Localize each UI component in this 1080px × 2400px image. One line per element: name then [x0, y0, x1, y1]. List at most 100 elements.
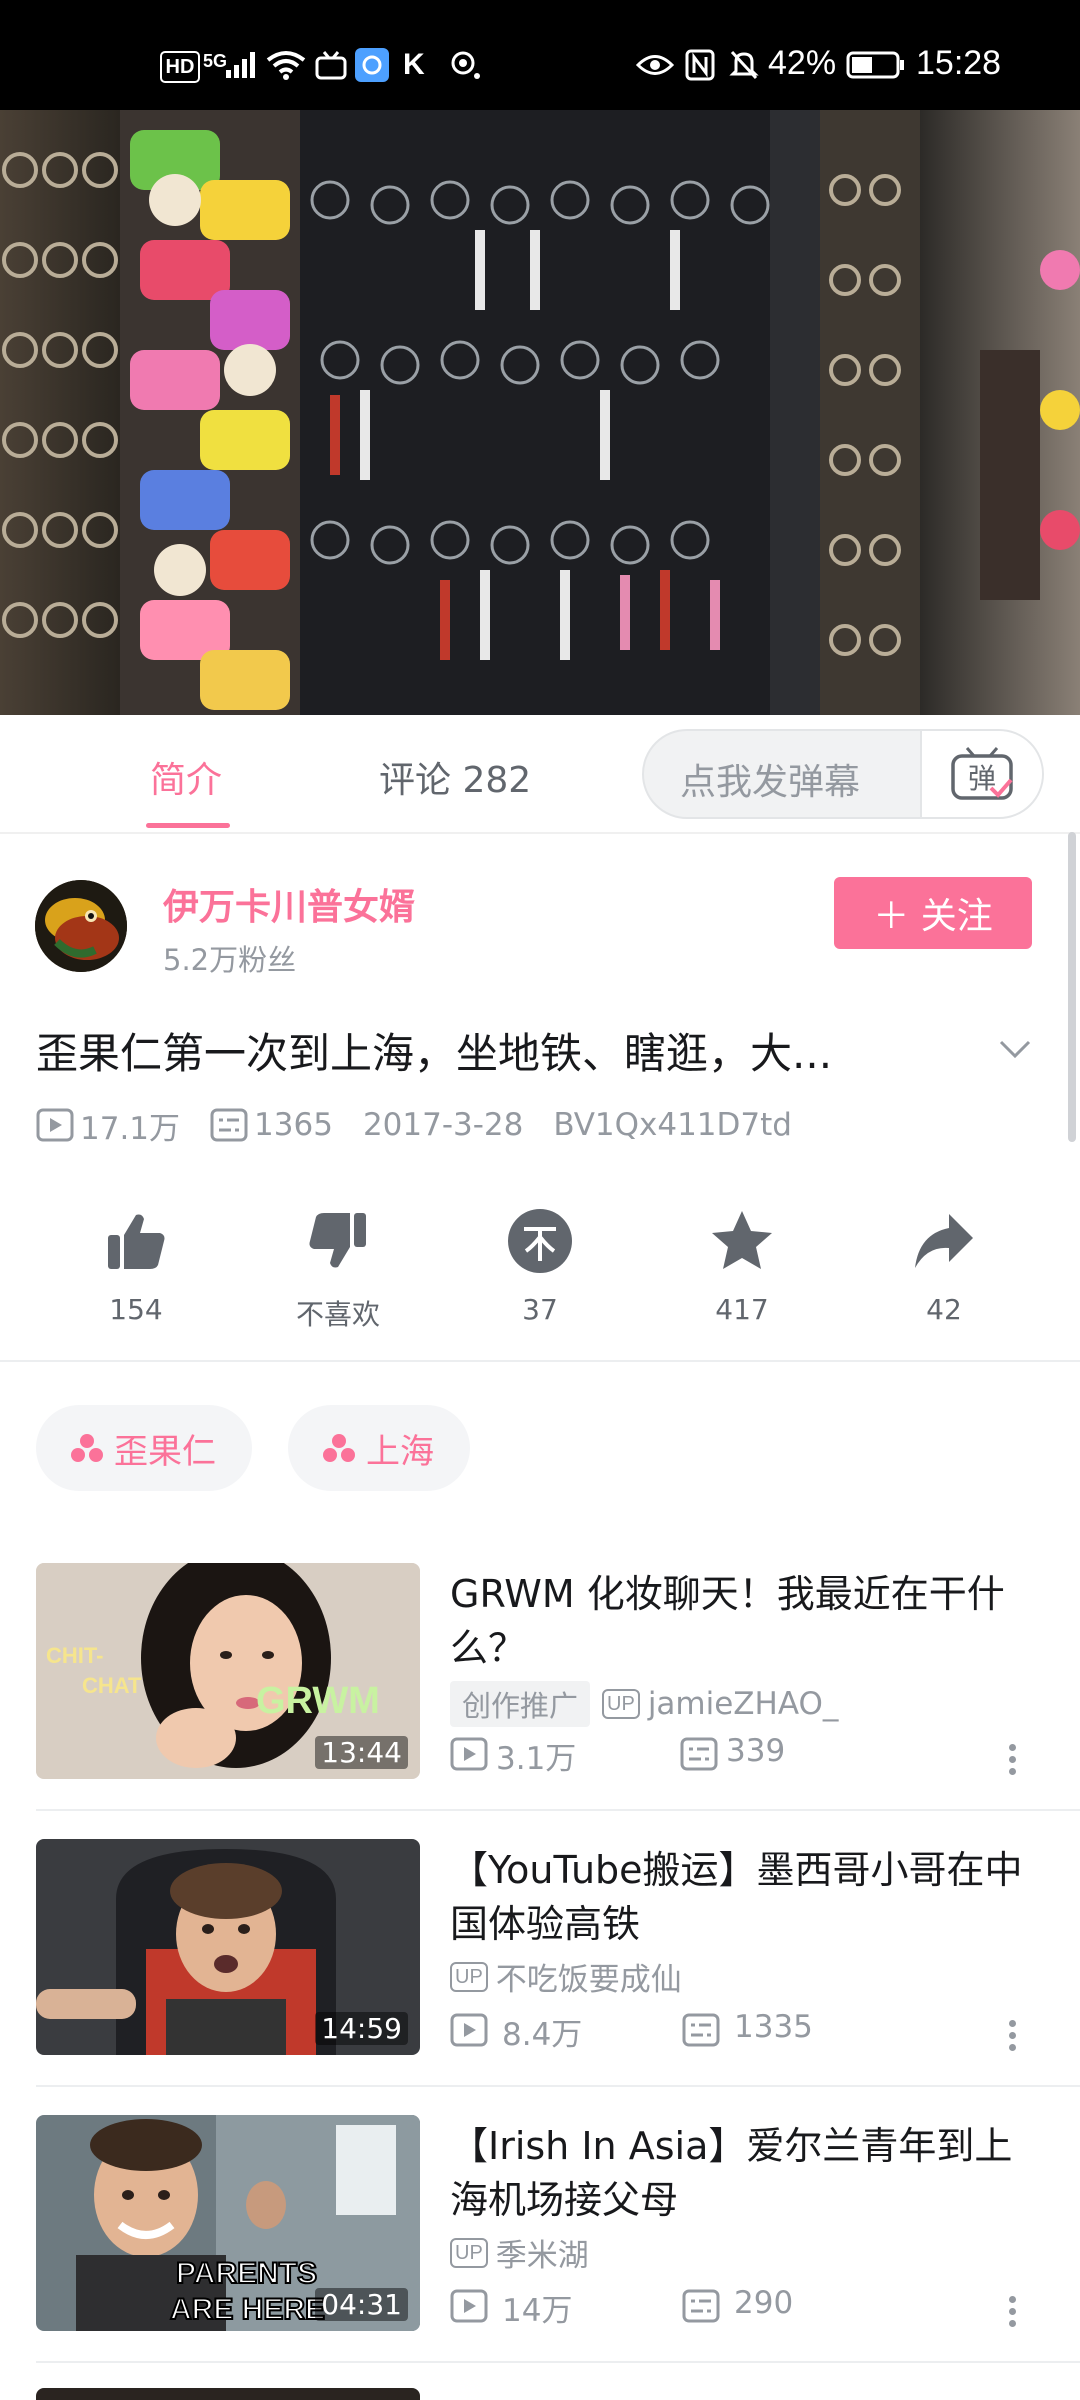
- danmaku-toggle-button[interactable]: 弹: [920, 731, 1042, 817]
- danmaku-count: 290: [734, 2285, 794, 2321]
- signal-icon: [222, 48, 262, 82]
- mute-icon: [727, 48, 761, 82]
- divider: [36, 2085, 1080, 2087]
- tag-icon: [71, 1434, 103, 1462]
- view-count: 3.1万: [496, 1741, 577, 1777]
- tag-chip[interactable]: 歪果仁: [36, 1405, 252, 1491]
- view-count: 17.1万: [80, 1110, 181, 1147]
- wifi-icon: [266, 48, 306, 82]
- tag-chip[interactable]: 上海: [288, 1405, 470, 1491]
- danmaku-placeholder: 点我发弹幕: [680, 762, 861, 803]
- status-bar: HD 5G K 42% 15:28: [0, 0, 1080, 110]
- like-count: 154: [109, 1293, 163, 1326]
- video-meta: 17.1万 1365 2017-3-28 BV1Qx411D7td: [36, 1107, 792, 1147]
- hd-icon: HD: [160, 51, 200, 83]
- coin-count: 37: [522, 1293, 558, 1326]
- video-duration: 04:31: [315, 2288, 408, 2321]
- thumbs-up-icon: [108, 1214, 165, 1269]
- recommended-video[interactable]: 14:59 【YouTube搬运】墨西哥小哥在中国体验高铁 UP 不吃饭要成仙 …: [0, 1839, 1080, 2115]
- dislike-button[interactable]: 不喜欢: [268, 1205, 408, 1333]
- eye-icon: [635, 48, 675, 82]
- location-icon: [447, 48, 483, 82]
- battery-percent: 42%: [768, 44, 837, 82]
- publish-date: 2017-3-28: [362, 1107, 524, 1143]
- uploader-name: 季米湖: [495, 2238, 589, 2274]
- video-thumbnail[interactable]: [36, 2388, 420, 2400]
- video-duration: 14:59: [315, 2012, 408, 2045]
- divider: [0, 1360, 1080, 1362]
- video-stats: 8.4万 1335: [450, 2009, 1040, 2053]
- thumb-text: CHAT: [82, 1673, 142, 1698]
- uploader-name: jamieZHAO_: [647, 1686, 839, 1722]
- danmaku-input[interactable]: 点我发弹幕 弹: [642, 729, 1044, 819]
- video-thumbnail[interactable]: 14:59: [36, 1839, 420, 2055]
- recommended-video[interactable]: PARENTS ARE HERE 04:31 【Irish In Asia】爱尔…: [0, 2115, 1080, 2391]
- tab-indicator: [146, 823, 230, 828]
- star-icon: [712, 1211, 772, 1269]
- uploader-name: 不吃饭要成仙: [495, 1962, 682, 1998]
- more-options-icon[interactable]: [1002, 1739, 1022, 1780]
- danmaku-count-icon: [680, 1737, 718, 1771]
- recommended-video[interactable]: CHIT- CHAT GRWM 13:44 GRWM 化妆聊天！我最近在干什么？…: [0, 1563, 1080, 1839]
- scrollbar[interactable]: [1068, 832, 1076, 1142]
- thumbs-down-icon: [309, 1213, 366, 1268]
- uploader-line: UP 不吃饭要成仙: [450, 1954, 682, 1999]
- chevron-down-icon[interactable]: [995, 1030, 1035, 1070]
- danmaku-count-icon: [210, 1108, 248, 1142]
- video-thumbnail[interactable]: PARENTS ARE HERE 04:31: [36, 2115, 420, 2331]
- thumb-text: CHIT-: [46, 1643, 103, 1668]
- uploader-avatar[interactable]: [35, 880, 127, 972]
- video-stats: 3.1万 339: [450, 1733, 1040, 1777]
- tag-label: 上海: [366, 1431, 434, 1472]
- clock: 15:28: [916, 44, 1002, 82]
- danmaku-count: 339: [726, 1733, 786, 1769]
- bvid: BV1Qx411D7td: [553, 1107, 792, 1143]
- video-title[interactable]: 歪果仁第一次到上海，坐地铁、瞎逛，大...: [36, 1020, 976, 1081]
- video-duration: 13:44: [315, 1736, 408, 1769]
- view-count: 14万: [502, 2293, 573, 2329]
- promo-badge: 创作推广: [450, 1681, 591, 1727]
- play-count-icon: [36, 1108, 74, 1142]
- bilibili-tv-icon: [315, 48, 347, 82]
- play-count-icon: [450, 2013, 488, 2047]
- tab-comments[interactable]: 评论 282: [379, 751, 531, 803]
- coin-icon: [508, 1209, 572, 1273]
- up-badge: UP: [450, 2237, 488, 2268]
- share-button[interactable]: 42: [874, 1205, 1014, 1326]
- play-count-icon: [450, 1737, 488, 1771]
- video-stats: 14万 290: [450, 2285, 1040, 2329]
- app-notification-icon: [355, 48, 389, 82]
- uploader-name[interactable]: 伊万卡川普女婿: [163, 878, 415, 930]
- video-player[interactable]: [0, 110, 1080, 715]
- k-app-icon: K: [403, 48, 425, 81]
- up-badge: UP: [450, 1961, 488, 1992]
- follow-button[interactable]: ＋ 关注: [834, 877, 1032, 949]
- recommended-title[interactable]: 【YouTube搬运】墨西哥小哥在中国体验高铁: [450, 1843, 1050, 1951]
- uploader-line: 创作推广 UP jamieZHAO_: [450, 1681, 838, 1727]
- play-count-icon: [450, 2289, 488, 2323]
- tab-bar: 简介 评论 282 点我发弹幕 弹: [0, 715, 1080, 834]
- tab-intro[interactable]: 简介: [150, 751, 222, 803]
- view-count: 8.4万: [502, 2017, 583, 2053]
- divider: [36, 2361, 1080, 2363]
- recommended-title[interactable]: GRWM 化妆聊天！我最近在干什么？: [450, 1567, 1050, 1675]
- up-badge: UP: [602, 1689, 640, 1719]
- dislike-label: 不喜欢: [295, 1298, 380, 1331]
- thumb-text: PARENTS: [176, 2257, 317, 2290]
- uploader-fans: 5.2万粉丝: [163, 943, 297, 977]
- video-frame-image: [0, 110, 1080, 715]
- tag-label: 歪果仁: [114, 1431, 216, 1472]
- like-button[interactable]: 154: [66, 1205, 206, 1326]
- favorite-count: 417: [715, 1293, 769, 1326]
- thumb-text: ARE HERE: [170, 2293, 325, 2326]
- nfc-icon: [683, 48, 717, 82]
- recommended-title[interactable]: 【Irish In Asia】爱尔兰青年到上海机场接父母: [450, 2119, 1050, 2227]
- more-options-icon[interactable]: [1002, 2291, 1022, 2332]
- favorite-button[interactable]: 417: [672, 1205, 812, 1326]
- coin-button[interactable]: 37: [470, 1205, 610, 1326]
- video-thumbnail[interactable]: CHIT- CHAT GRWM 13:44: [36, 1563, 420, 1779]
- more-options-icon[interactable]: [1002, 2015, 1022, 2056]
- danmaku-count-icon: [682, 2289, 720, 2323]
- danmaku-count: 1365: [254, 1107, 333, 1143]
- share-count: 42: [926, 1293, 962, 1326]
